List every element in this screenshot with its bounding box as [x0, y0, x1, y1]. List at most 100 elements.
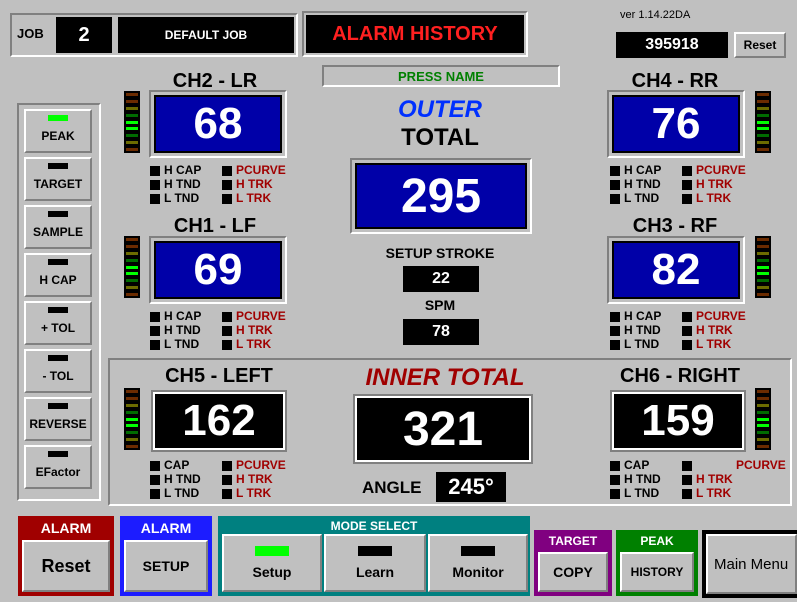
press-name-field[interactable]: PRESS NAME: [322, 65, 560, 87]
mode-select-header: MODE SELECT: [330, 519, 418, 533]
setup-stroke-value: 22: [403, 266, 479, 292]
reverse-button[interactable]: REVERSE: [24, 397, 92, 441]
ch2-flag-label: H CAP: [164, 163, 202, 177]
ch6-title: CH6 - RIGHT: [620, 365, 740, 387]
ch3-flag-label: H TRK: [696, 323, 733, 337]
minus-tol-button[interactable]: - TOL: [24, 349, 92, 393]
version-label: ver 1.14.22DA: [620, 9, 691, 21]
spm-value: 78: [403, 319, 479, 345]
ch3-flag-label: L TND: [624, 337, 660, 351]
ch5-pcurve-indicator: [222, 460, 232, 471]
efactor-led: [48, 451, 68, 457]
target-button-label: TARGET: [33, 177, 83, 191]
ch4-htrk-indicator: [682, 179, 692, 190]
mode-learn-led: [358, 546, 392, 556]
ch4-flag-label: H TRK: [696, 177, 733, 191]
mode-learn-button[interactable]: Learn: [324, 534, 426, 592]
ch3-hcap-indicator: [610, 311, 620, 322]
ch3-flag-label: H TND: [624, 323, 661, 337]
ch1-pcurve-indicator: [222, 311, 232, 322]
inner-total-label: INNER TOTAL: [365, 364, 525, 391]
plus-tol-button[interactable]: + TOL: [24, 301, 92, 345]
ch2-htnd-indicator: [150, 179, 160, 190]
job-number[interactable]: 2: [56, 17, 112, 53]
ch1-title: CH1 - LF: [173, 215, 257, 237]
ch5-flag-label: H TND: [164, 472, 201, 486]
ch1-flag-label: H CAP: [164, 309, 202, 323]
inner-total-value[interactable]: 321: [353, 394, 533, 464]
mode-monitor-button[interactable]: Monitor: [428, 534, 528, 592]
ch5-htrk-indicator: [222, 474, 232, 485]
ch1-htrk-indicator: [222, 325, 232, 336]
ch1-value[interactable]: 69: [154, 241, 282, 299]
ch5-level-meter: [124, 388, 140, 450]
ch2-flag-label: PCURVE: [236, 163, 286, 177]
ch2-ltrk-indicator: [222, 193, 232, 204]
ch3-flag-label: PCURVE: [696, 309, 746, 323]
peak-led: [48, 115, 68, 121]
ch3-pcurve-indicator: [682, 311, 692, 322]
ch6-flag-label: H TRK: [696, 472, 733, 486]
ch6-flag-label: PCURVE: [736, 458, 786, 472]
ch4-pcurve-indicator: [682, 165, 692, 176]
ch6-ltrk-indicator: [682, 488, 692, 499]
ch3-ltrk-indicator: [682, 339, 692, 350]
h-cap-button[interactable]: H CAP: [24, 253, 92, 297]
mode-setup-button[interactable]: Setup: [222, 534, 322, 592]
sample-button[interactable]: SAMPLE: [24, 205, 92, 249]
efactor-button-label: EFactor: [35, 465, 81, 479]
ch4-hcap-indicator: [610, 165, 620, 176]
outer-total-label: TOTAL: [401, 124, 479, 151]
ch2-flag-label: H TND: [164, 177, 201, 191]
ch4-flag-label: L TRK: [696, 191, 732, 205]
ch5-htnd-indicator: [150, 474, 160, 485]
outer-total-value[interactable]: 295: [355, 163, 527, 229]
ch3-level-meter: [755, 236, 771, 298]
main-menu-button[interactable]: Main Menu: [706, 534, 797, 594]
minus-tol-button-label: - TOL: [42, 369, 74, 383]
ch1-flag-label: H TND: [164, 323, 201, 337]
ch6-flag-label: H TND: [624, 472, 661, 486]
mode-monitor-label: Monitor: [452, 564, 504, 580]
efactor-button[interactable]: EFactor: [24, 445, 92, 489]
angle-value: 245°: [436, 472, 506, 502]
ch5-flag-label: H TRK: [236, 472, 273, 486]
ch3-flags: H CAP PCURVE H TND H TRK L TND L TRK: [610, 310, 754, 351]
ch4-flags: H CAP PCURVE H TND H TRK L TND L TRK: [610, 164, 754, 205]
mode-monitor-led: [461, 546, 495, 556]
ch3-value[interactable]: 82: [612, 241, 740, 299]
ch5-flag-label: L TRK: [236, 486, 272, 500]
target-button[interactable]: TARGET: [24, 157, 92, 201]
mode-learn-label: Learn: [355, 564, 395, 580]
alarm-setup-button[interactable]: SETUP: [124, 540, 208, 592]
ch1-flags: H CAP PCURVE H TND H TRK L TND L TRK: [150, 310, 294, 351]
ch1-flag-label: H TRK: [236, 323, 273, 337]
side-button-list: PEAK TARGET SAMPLE H CAP + TOL - TOL REV…: [24, 109, 94, 489]
counter-reset-button[interactable]: Reset: [734, 32, 786, 58]
ch3-flag-label: L TRK: [696, 337, 732, 351]
ch6-value[interactable]: 159: [610, 390, 746, 452]
alarm-reset-button[interactable]: Reset: [22, 540, 110, 592]
job-label: JOB: [17, 26, 44, 41]
target-led: [48, 163, 68, 169]
peak-history-button[interactable]: HISTORY: [620, 552, 694, 592]
outer-label: OUTER: [398, 96, 482, 123]
target-copy-button[interactable]: COPY: [538, 552, 608, 592]
ch6-flag-label: L TRK: [696, 486, 732, 500]
peak-button[interactable]: PEAK: [24, 109, 92, 153]
ch4-value[interactable]: 76: [612, 95, 740, 153]
peak-button-label: PEAK: [41, 129, 75, 143]
ch3-flag-label: H CAP: [624, 309, 662, 323]
ch5-value[interactable]: 162: [151, 390, 287, 452]
ch1-flag-label: PCURVE: [236, 309, 286, 323]
reverse-led: [48, 403, 68, 409]
ch5-flags: CAP PCURVE H TND H TRK L TND L TRK: [150, 459, 294, 500]
ch2-htrk-indicator: [222, 179, 232, 190]
ch3-ltnd-indicator: [610, 339, 620, 350]
ch5-ltnd-indicator: [150, 488, 160, 499]
job-name[interactable]: DEFAULT JOB: [118, 17, 294, 53]
ch6-htrk-indicator: [682, 474, 692, 485]
ch2-value[interactable]: 68: [154, 95, 282, 153]
ch4-flag-label: PCURVE: [696, 163, 746, 177]
h-cap-button-label: H CAP: [39, 273, 77, 287]
